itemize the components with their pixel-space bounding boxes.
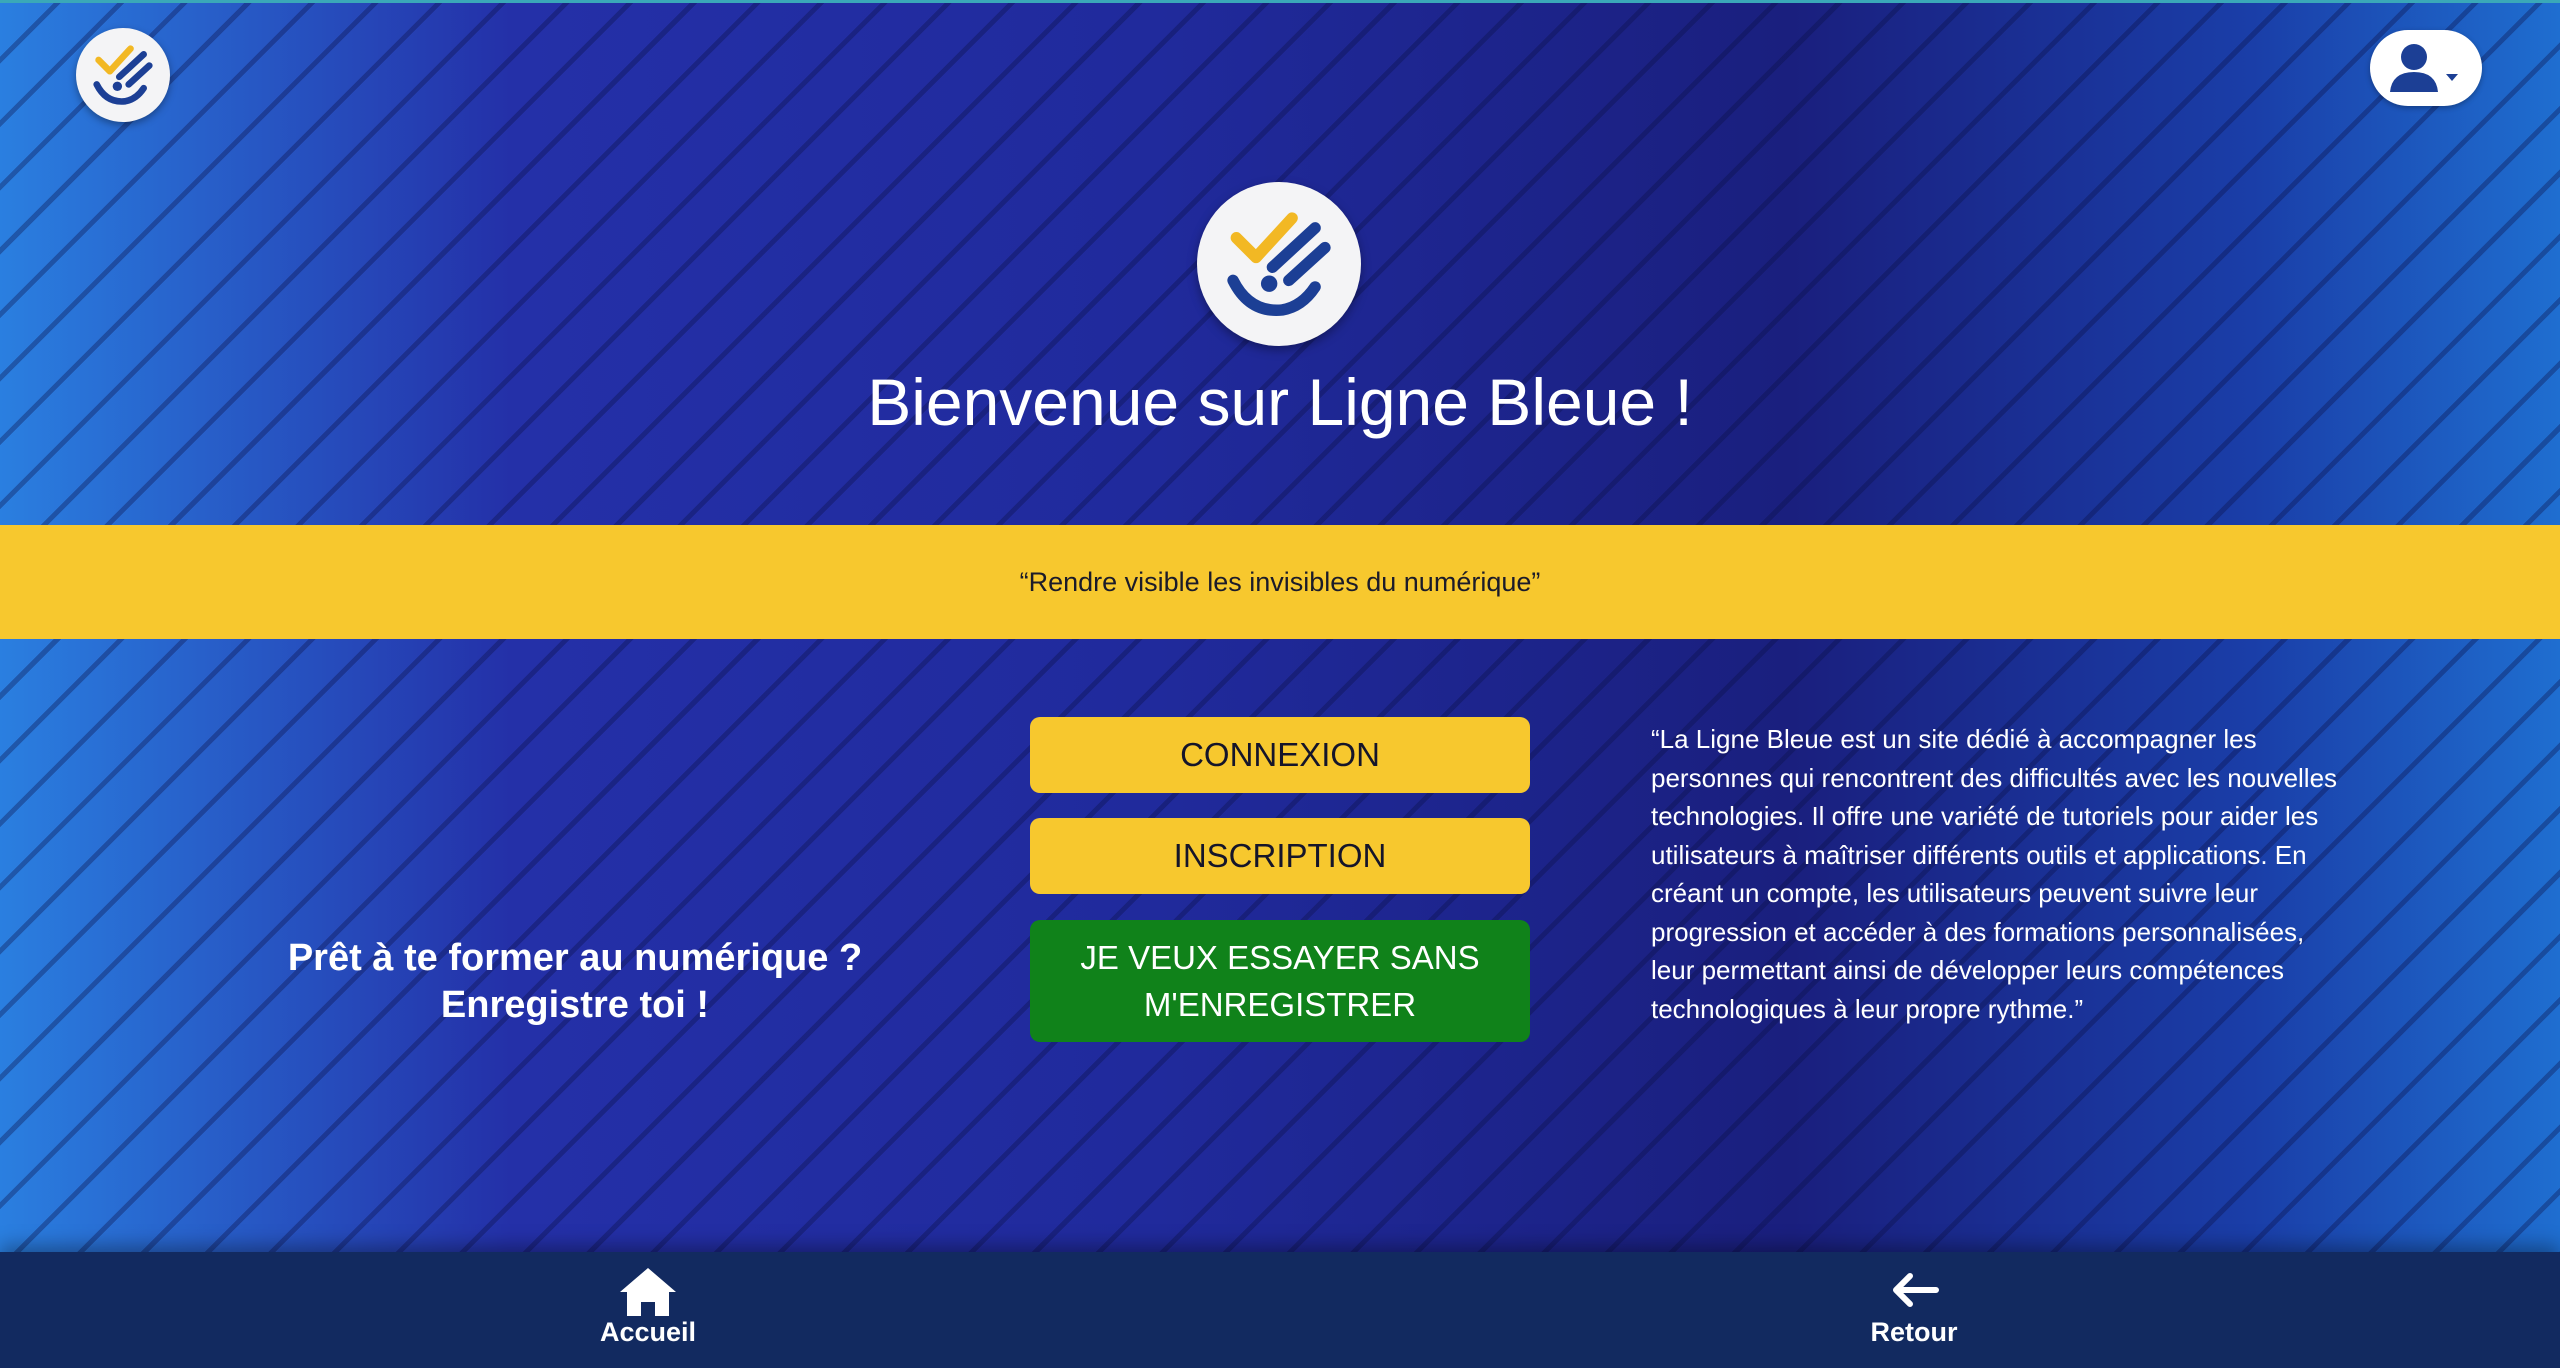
nav-back[interactable]: Retour (1814, 1252, 2014, 1368)
caret-down-icon (2446, 74, 2458, 81)
login-button[interactable]: CONNEXION (1030, 717, 1530, 793)
arrow-left-icon (1893, 1273, 1939, 1307)
nav-home[interactable]: Accueil (548, 1252, 748, 1368)
nav-home-label: Accueil (599, 1317, 697, 1347)
try-without-account-button[interactable]: JE VEUX ESSAYER SANS M'ENREGISTRER (1030, 920, 1530, 1042)
user-icon (2390, 44, 2438, 92)
try-button-line-2: M'ENREGISTRER (1143, 986, 1417, 1023)
hero-logo-icon (1197, 182, 1361, 346)
page-title: Bienvenue sur Ligne Bleue ! (867, 365, 1693, 439)
bottom-nav: Accueil Retour (0, 1252, 2560, 1368)
signup-button[interactable]: INSCRIPTION (1030, 818, 1530, 894)
home-icon (620, 1268, 676, 1316)
nav-back-label: Retour (1870, 1317, 1958, 1347)
cta-line-1: Prêt à te former au numérique ? (287, 937, 863, 979)
cta-line-2: Enregistre toi ! (440, 984, 710, 1026)
tagline-text: “Rendre visible les invisibles du numéri… (1019, 566, 1541, 597)
try-button-line-1: JE VEUX ESSAYER SANS (1080, 939, 1480, 976)
tagline-banner: “Rendre visible les invisibles du numéri… (0, 525, 2560, 639)
profile-menu-button[interactable] (2370, 30, 2482, 106)
site-description: “La Ligne Bleue est un site dédié à acco… (1651, 724, 2338, 1024)
top-border (0, 0, 2560, 3)
logo-icon[interactable] (76, 28, 170, 122)
cta-text: Prêt à te former au numérique ? Enregist… (170, 935, 980, 1029)
